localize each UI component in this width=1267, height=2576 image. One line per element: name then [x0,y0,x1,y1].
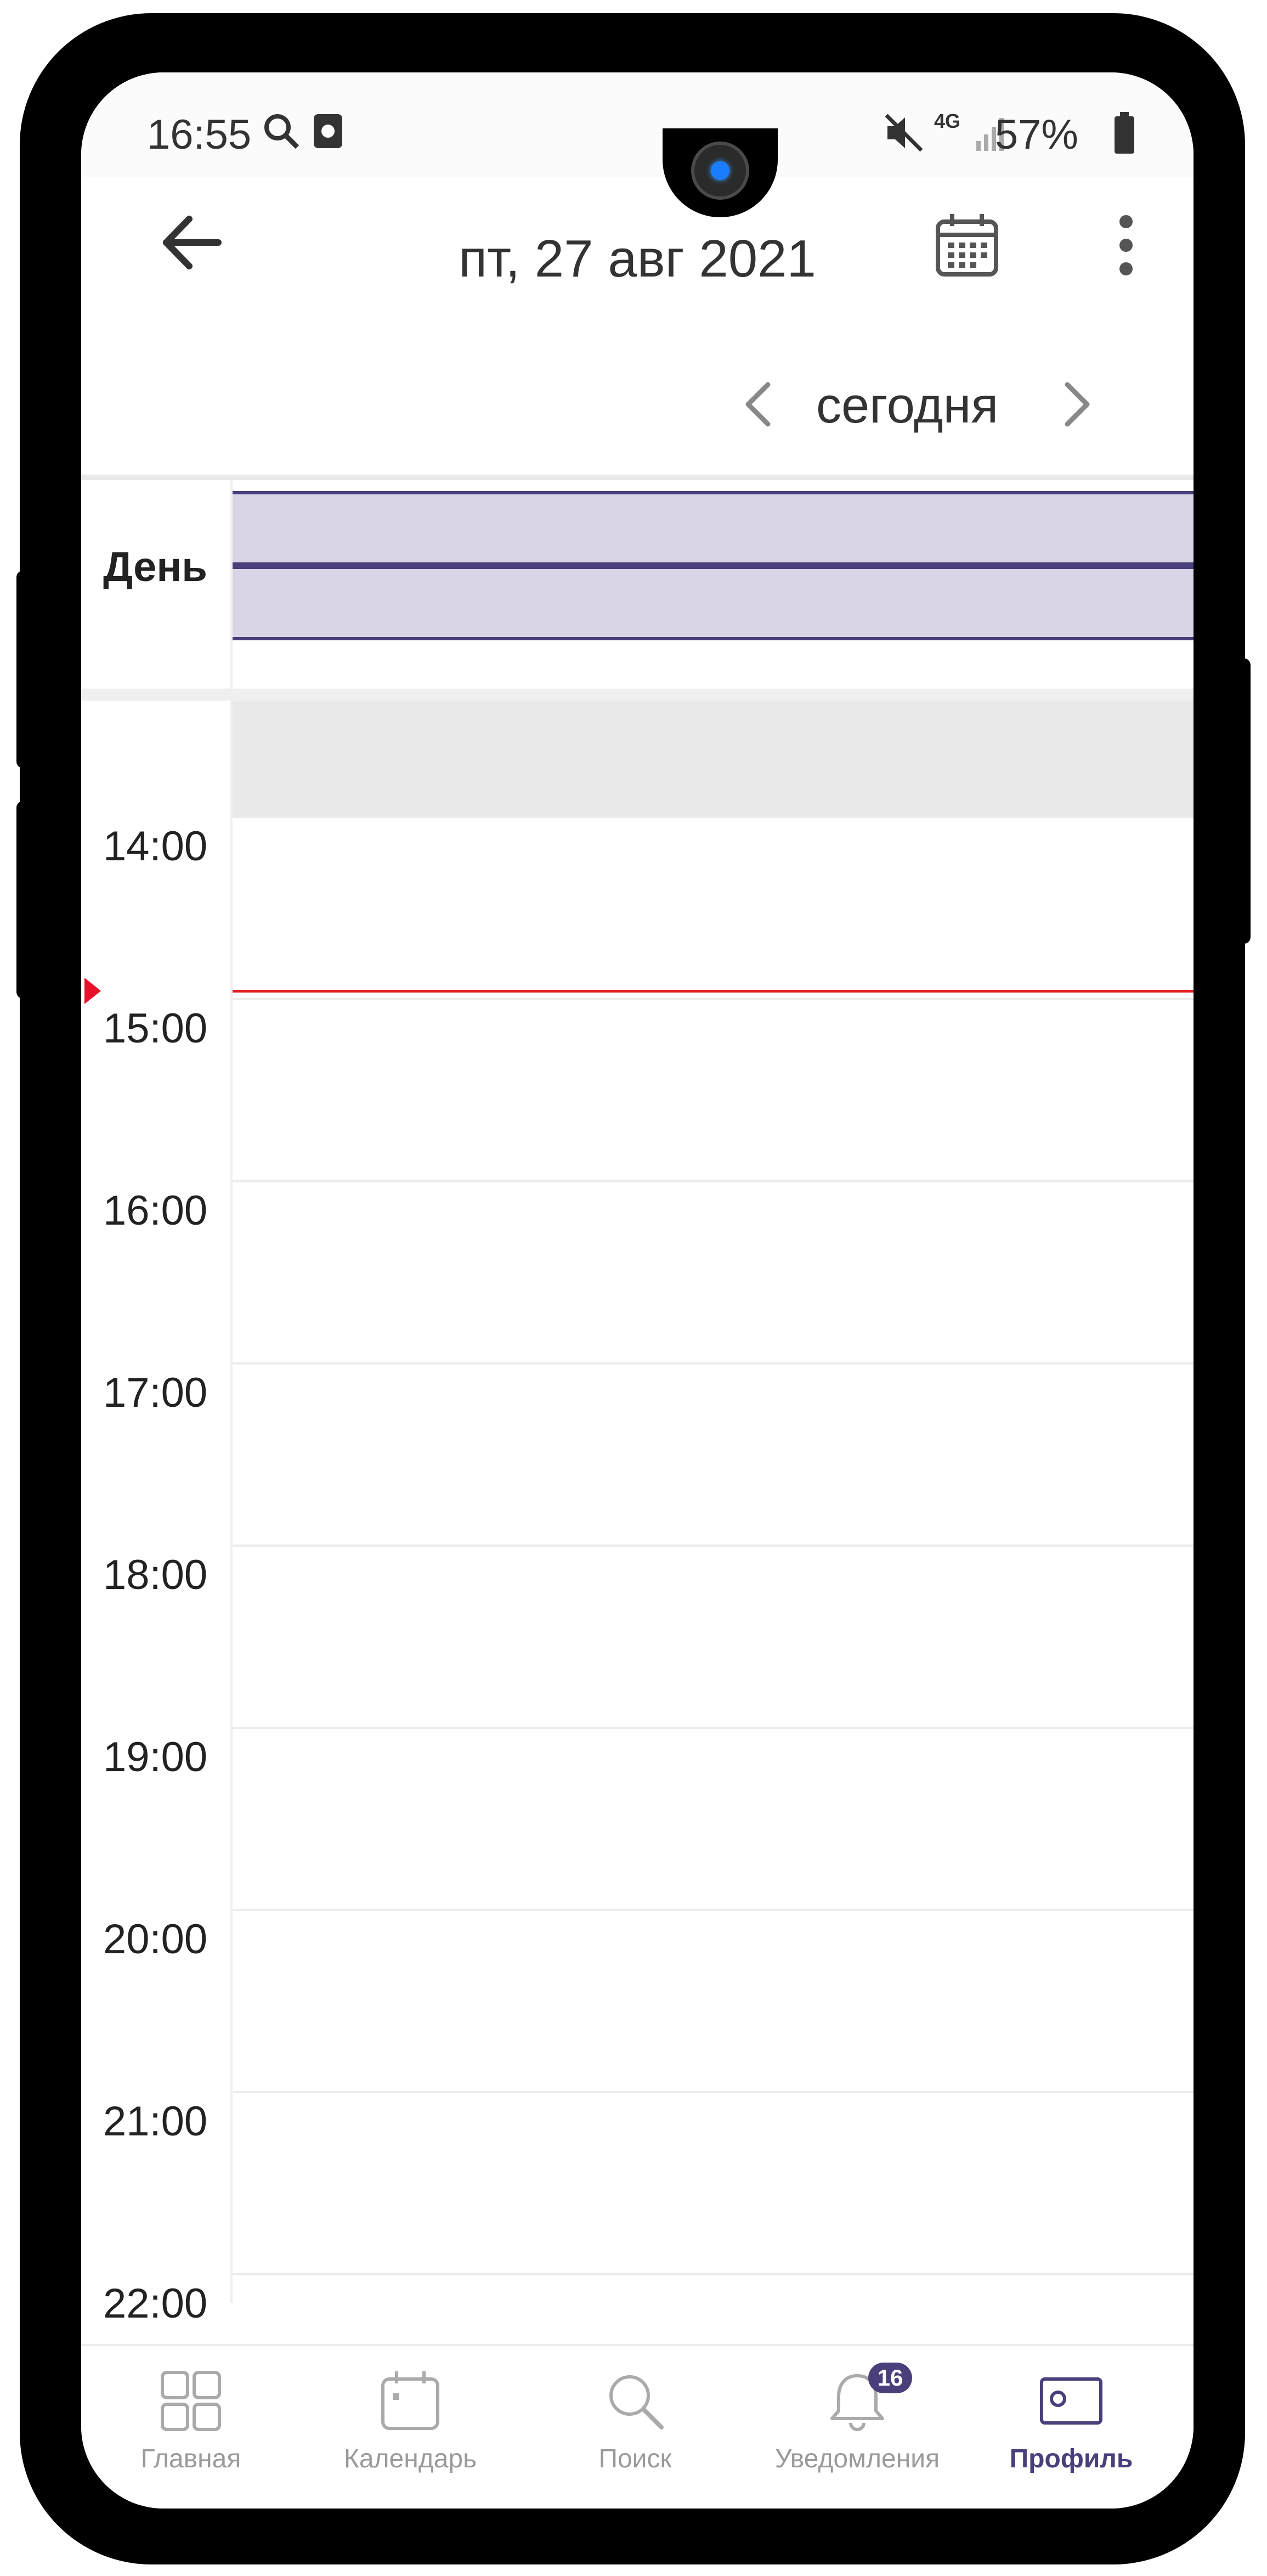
tab-label: Уведомления [774,2444,940,2473]
battery-icon [1115,112,1134,154]
tab-notifications[interactable]: 16 Уведомления [748,2346,967,2489]
current-time-line [233,990,1194,993]
hour-label: 17:00 [103,1369,208,1416]
all-day-section: День [81,480,1194,689]
hour-divider [233,1727,1194,1729]
calendar-icon [381,2371,439,2430]
status-bar: 16:55 4G 57% [81,72,1194,177]
bottom-navigation: Главная Календарь Поиск 16 Уведомления П… [81,2344,1194,2509]
hour-label: 20:00 [103,1916,208,1963]
grid-icon [161,2371,221,2431]
network-4g-label: 4G [934,110,961,132]
hour-row[interactable]: 19:00 [81,1727,1194,1909]
past-time-block [233,701,1194,816]
search-status-icon [264,114,299,149]
tab-home[interactable]: Главная [81,2346,301,2489]
hour-label: 19:00 [103,1734,208,1780]
all-day-event[interactable] [233,566,1194,640]
tab-label: Календарь [343,2444,477,2473]
page-title: пт, 27 авг 2021 [459,229,816,288]
hour-divider [233,998,1194,1000]
tab-label: Профиль [1009,2444,1133,2473]
hour-label: 14:00 [103,823,208,870]
app-bar: пт, 27 авг 2021 [81,177,1194,317]
previous-day-icon[interactable] [739,377,778,432]
power-button [1229,658,1251,944]
mute-vibrate-icon [885,114,923,152]
volume-down-button [16,801,38,999]
hour-row[interactable]: 15:00 [81,998,1194,1180]
calendar-picker-icon[interactable] [931,210,1003,281]
all-day-event[interactable] [233,491,1194,566]
hour-divider [233,816,1194,818]
hour-divider [233,2091,1194,2093]
all-day-label: День [103,544,207,590]
search-icon [609,2375,664,2430]
more-options-icon[interactable] [1104,210,1148,281]
hour-row[interactable]: 21:00 [81,2091,1194,2273]
tab-search[interactable]: Поиск [525,2346,745,2489]
hour-row[interactable]: 18:00 [81,1545,1194,1727]
divider [81,475,1194,480]
hour-label: 16:00 [103,1187,208,1234]
tab-calendar[interactable]: Календарь [301,2346,520,2489]
hour-label: 22:00 [103,2280,208,2327]
hour-row[interactable]: 16:00 [81,1180,1194,1362]
day-time-grid[interactable]: 14:00 15:00 16:00 17:00 18:00 19:00 20:00 21:00… [81,701,1194,2327]
hour-divider [233,1545,1194,1547]
profile-card-icon [1040,2377,1102,2425]
divider [81,689,1194,701]
tab-profile[interactable]: Профиль [961,2346,1181,2489]
hour-divider [233,2273,1194,2275]
notification-badge: 16 [868,2363,912,2393]
screen: 16:55 4G 57% пт, 27 авг 2021 сегодня Ден… [81,72,1194,2509]
alarm-status-icon [314,114,342,148]
hour-row[interactable]: 20:00 [81,1909,1194,2091]
today-button[interactable]: сегодня [816,377,998,435]
current-time-marker [84,978,101,1004]
hour-label: 21:00 [103,2098,208,2145]
hour-divider [233,1909,1194,1911]
tab-label: Главная [140,2444,241,2473]
status-time: 16:55 [147,111,252,158]
hour-label: 15:00 [103,1005,208,1052]
volume-up-button [16,571,38,768]
tab-label: Поиск [598,2444,672,2473]
hour-divider [233,1362,1194,1365]
hour-row[interactable]: 17:00 [81,1362,1194,1545]
hour-divider [233,1180,1194,1182]
hour-row[interactable]: 14:00 [81,816,1194,998]
battery-percent: 57% [994,111,1078,158]
next-day-icon[interactable] [1057,377,1096,432]
day-navigation: сегодня [81,317,1194,459]
hour-label: 18:00 [103,1552,208,1598]
